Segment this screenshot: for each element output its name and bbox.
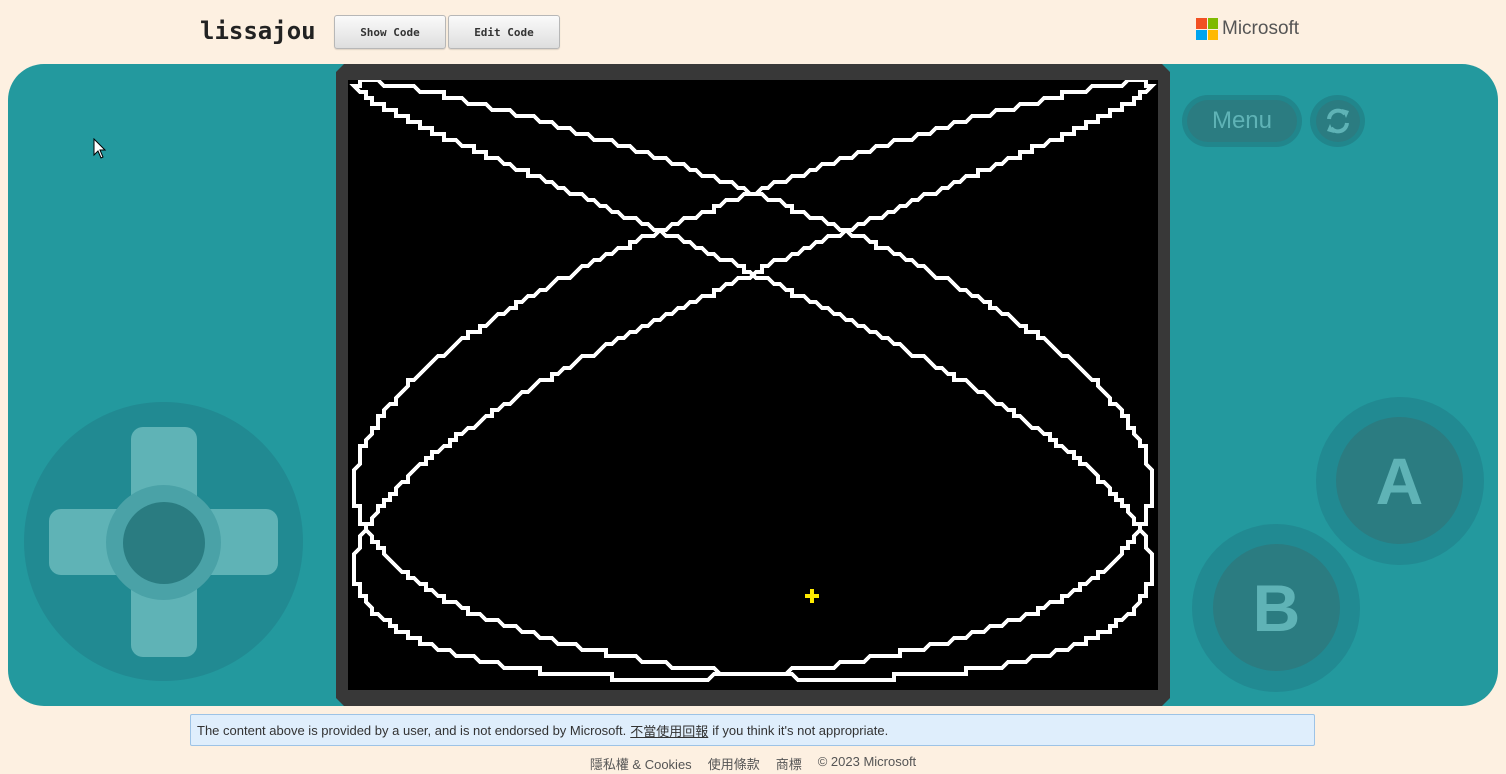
refresh-icon — [1326, 108, 1349, 134]
report-abuse-link[interactable]: 不當使用回報 — [630, 721, 708, 740]
microsoft-brand-text: Microsoft — [1222, 18, 1300, 39]
lissajous-figure — [349, 78, 1157, 682]
lissajous-curve — [349, 78, 1157, 682]
mouse-pointer-icon — [93, 138, 107, 159]
footer: 隱私權 & Cookies 使用條款 商標 © 2023 Microsoft — [0, 754, 1506, 772]
microsoft-logo-icon — [1196, 18, 1218, 40]
disclaimer-text-end: if you think it's not appropriate. — [712, 722, 889, 738]
disclaimer-text: The content above is provided by a user,… — [197, 722, 627, 738]
restart-button[interactable] — [1310, 95, 1365, 147]
microsoft-logo[interactable]: Microsoft — [1196, 18, 1299, 40]
a-button[interactable]: A — [1336, 417, 1463, 544]
show-code-button[interactable]: Show Code — [334, 15, 446, 49]
menu-button-label: Menu — [1187, 100, 1297, 142]
top-bar: lissajou Show Code Edit Code Microsoft — [0, 0, 1506, 62]
privacy-link[interactable]: 隱私權 & Cookies — [590, 754, 692, 772]
menu-button[interactable]: Menu — [1182, 95, 1302, 147]
copyright: © 2023 Microsoft — [817, 754, 917, 769]
dpad-center[interactable] — [123, 502, 205, 584]
game-screen[interactable] — [348, 78, 1158, 690]
content-disclaimer: The content above is provided by a user,… — [190, 714, 1315, 746]
terms-link[interactable]: 使用條款 — [708, 754, 760, 772]
plus-cursor-icon — [805, 589, 819, 603]
edit-code-button[interactable]: Edit Code — [448, 15, 560, 49]
project-title: lissajou — [200, 17, 316, 45]
trademarks-link[interactable]: 商標 — [776, 754, 802, 772]
b-button[interactable]: B — [1213, 544, 1340, 671]
